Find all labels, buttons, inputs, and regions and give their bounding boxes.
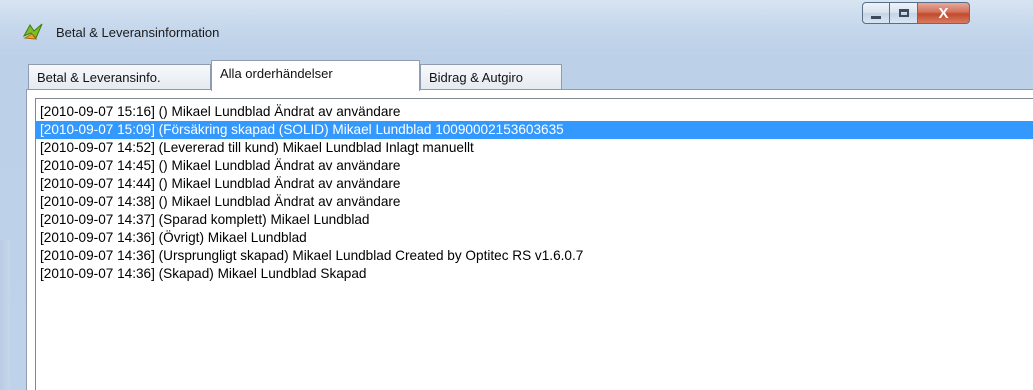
- tab-label: Betal & Leveransinfo.: [37, 70, 161, 85]
- list-item[interactable]: [2010-09-07 14:36] (Övrigt) Mikael Lundb…: [36, 229, 1033, 247]
- tab-label: Bidrag & Autgiro: [429, 70, 523, 85]
- list-item[interactable]: [2010-09-07 14:38] () Mikael Lundblad Än…: [36, 193, 1033, 211]
- events-listbox[interactable]: [2010-09-07 15:16] () Mikael Lundblad Än…: [35, 98, 1033, 390]
- tab-label: Alla orderhändelser: [220, 66, 333, 81]
- list-item[interactable]: [2010-09-07 14:36] (Skapad) Mikael Lundb…: [36, 265, 1033, 283]
- window-frame-edge: [0, 240, 10, 390]
- maximize-button[interactable]: [890, 2, 918, 24]
- minimize-button[interactable]: [862, 2, 890, 24]
- tab-betal-leveransinfo[interactable]: Betal & Leveransinfo.: [28, 64, 211, 90]
- tab-panel: [2010-09-07 15:16] () Mikael Lundblad Än…: [26, 89, 1033, 390]
- close-button[interactable]: X: [918, 2, 970, 24]
- list-item[interactable]: [2010-09-07 14:37] (Sparad komplett) Mik…: [36, 211, 1033, 229]
- tab-alla-orderhandelser[interactable]: Alla orderhändelser: [211, 60, 420, 91]
- list-item[interactable]: [2010-09-07 15:16] () Mikael Lundblad Än…: [36, 103, 1033, 121]
- list-item[interactable]: [2010-09-07 14:45] () Mikael Lundblad Än…: [36, 157, 1033, 175]
- close-icon: X: [938, 4, 949, 22]
- list-item[interactable]: [2010-09-07 14:52] (Levererad till kund)…: [36, 139, 1033, 157]
- window-title: Betal & Leveransinformation: [56, 25, 220, 40]
- dialog-window: Betal & Leveransinformation X Betal & Le…: [0, 0, 1033, 390]
- caption-buttons: X: [862, 2, 970, 26]
- list-item[interactable]: [2010-09-07 14:44] () Mikael Lundblad Än…: [36, 175, 1033, 193]
- title-bar[interactable]: Betal & Leveransinformation X: [0, 0, 1033, 52]
- maximize-icon: [898, 9, 909, 17]
- tab-bidrag-autgiro[interactable]: Bidrag & Autgiro: [420, 64, 562, 90]
- minimize-icon: [871, 15, 881, 19]
- list-item[interactable]: [2010-09-07 14:36] (Ursprungligt skapad)…: [36, 247, 1033, 265]
- app-icon: [22, 23, 43, 40]
- list-item-selected[interactable]: [2010-09-07 15:09] (Försäkring skapad (S…: [36, 121, 1033, 139]
